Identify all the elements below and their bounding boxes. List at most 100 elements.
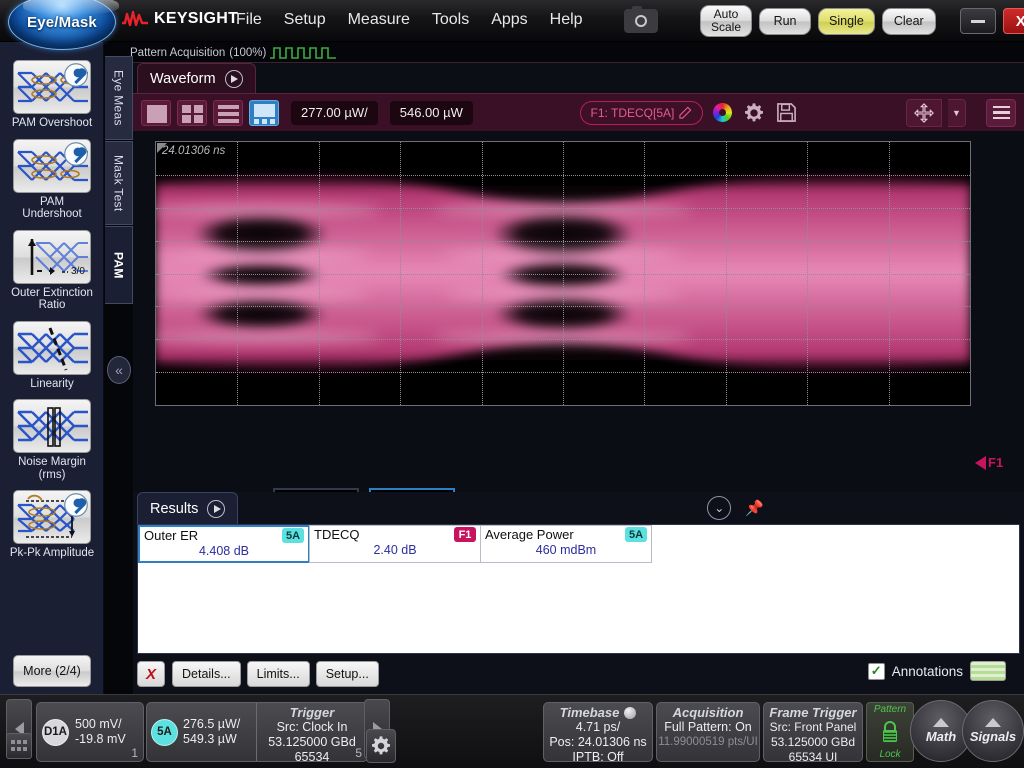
result-badge-tdecq: F1 — [454, 527, 476, 542]
edit-icon — [679, 106, 692, 119]
frame-trigger-card[interactable]: Frame Trigger Src: Front Panel 53.125000… — [763, 702, 863, 764]
keysight-wave-icon — [122, 10, 148, 27]
timebase-scale: 4.71 ps/ — [575, 720, 621, 734]
menu-help[interactable]: Help — [550, 11, 583, 29]
pan-move-icon[interactable] — [906, 98, 943, 127]
channel-d1a-badge: D1A — [42, 718, 69, 746]
tab-eye-meas[interactable]: Eye Meas — [105, 56, 133, 140]
layout-single-button[interactable] — [141, 99, 171, 126]
chevron-double-down-icon[interactable]: ⌄ — [707, 496, 732, 520]
limits-button[interactable]: Limits... — [246, 661, 310, 687]
function-f1-chip[interactable]: F1: TDECQ[5A] — [579, 100, 704, 125]
tab-results[interactable]: Results — [137, 492, 239, 524]
pattern-lock-indicator[interactable]: Pattern Lock — [866, 702, 914, 762]
tab-mask-test[interactable]: Mask Test — [105, 141, 133, 225]
result-card-average-power[interactable]: Average Power 5A 460 mdBm — [480, 525, 652, 563]
hamburger-menu-icon[interactable] — [986, 98, 1017, 127]
layout-stacked-button[interactable] — [213, 99, 243, 126]
layout-quad-button[interactable] — [177, 99, 207, 126]
status-bar: D1A 500 mV/ -19.8 mV 1 5A 276.5 µW/ 549.… — [0, 694, 1024, 768]
annotations-color-swatch[interactable] — [970, 661, 1006, 681]
pin-icon[interactable]: 📌 — [745, 499, 764, 517]
result-badge-average-power: 5A — [625, 527, 647, 542]
result-card-tdecq[interactable]: TDECQ F1 2.40 dB — [309, 525, 481, 563]
play-icon[interactable] — [224, 69, 243, 88]
tab-waveform-label: Waveform — [150, 70, 216, 87]
results-footer: X Details... Limits... Setup... ✓ Annota… — [137, 657, 1020, 691]
details-button[interactable]: Details... — [172, 661, 241, 687]
waveform-graticule[interactable]: 24.01306 ns — [155, 141, 971, 406]
sidebar-item-pk-pk-amplitude[interactable]: Pk-Pk Amplitude — [0, 490, 104, 560]
close-glyph: X — [1015, 12, 1024, 30]
signals-knob[interactable]: Signals — [962, 700, 1024, 762]
gear-icon[interactable] — [366, 729, 396, 763]
close-icon[interactable]: X — [1002, 8, 1024, 34]
sidebar-item-pam-overshoot[interactable]: PAM Overshoot — [0, 60, 104, 130]
chevron-double-left-icon[interactable]: « — [107, 356, 131, 384]
top-menu-bar: Eye/Mask KEYSIGHT File Setup Measure Too… — [0, 0, 1024, 50]
acquisition-card[interactable]: Acquisition Full Pattern: On 11.99000519… — [656, 702, 760, 762]
f1-trace-marker[interactable]: F1 — [975, 455, 1003, 470]
waveform-tab-strip: Waveform — [133, 63, 1024, 93]
math-knob-label: Math — [925, 729, 957, 744]
result-card-outer-er[interactable]: Outer ER 5A 4.408 dB — [138, 525, 310, 563]
tab-waveform[interactable]: Waveform — [137, 63, 256, 93]
menu-tools[interactable]: Tools — [432, 11, 469, 29]
results-cards: Outer ER 5A 4.408 dB TDECQ F1 2.40 dB Av… — [138, 525, 1019, 563]
menu-measure[interactable]: Measure — [348, 11, 410, 29]
layout-main-plus-thumbs-button[interactable] — [249, 99, 279, 126]
save-disk-icon[interactable] — [773, 100, 799, 126]
menu-file[interactable]: File — [236, 11, 262, 29]
noise-margin-icon — [13, 399, 91, 453]
menu-bar: File Setup Measure Tools Apps Help — [236, 11, 583, 29]
tab-pam[interactable]: PAM — [105, 226, 133, 304]
channel-d1a-scale: 500 mV/ — [75, 717, 122, 731]
function-f1-label: F1: TDECQ[5A] — [590, 105, 675, 120]
color-wheel-icon[interactable] — [709, 100, 735, 126]
play-icon[interactable] — [207, 499, 226, 518]
channel-5a-trigger-card[interactable]: 5A 276.5 µW/ 549.3 µW Trigger Src: Clock… — [146, 702, 368, 764]
annotations-control: ✓ Annotations — [867, 661, 1006, 681]
setup-button[interactable]: Setup... — [315, 661, 379, 687]
tab-eye-meas-label: Eye Meas — [111, 70, 126, 126]
results-measurement-list: Outer ER 5A 4.408 dB TDECQ F1 2.40 dB Av… — [137, 524, 1020, 654]
gear-icon[interactable] — [741, 100, 767, 126]
sidebar-item-pam-undershoot[interactable]: PAM Undershoot — [0, 138, 104, 221]
more-measurements-button[interactable]: More (2/4) — [13, 655, 91, 687]
camera-icon[interactable] — [624, 6, 658, 33]
svg-text:3/0: 3/0 — [71, 266, 85, 277]
vertical-scale-value[interactable]: 277.00 µW/ — [291, 100, 378, 125]
annotations-checkbox[interactable]: ✓ — [867, 662, 885, 680]
pattern-acquisition-label: Pattern Acquisition — [130, 47, 226, 59]
delete-measurement-button[interactable]: X — [137, 661, 165, 687]
single-button[interactable]: Single — [818, 7, 875, 35]
trigger-title: Trigger — [289, 705, 335, 720]
clear-button[interactable]: Clear — [881, 7, 936, 35]
sidebar-item-noise-margin[interactable]: Noise Margin (rms) — [0, 399, 104, 481]
menu-apps[interactable]: Apps — [491, 11, 527, 29]
sidebar-label-linearity: Linearity — [30, 377, 74, 390]
auto-scale-button[interactable]: Auto Scale — [700, 5, 753, 37]
results-tools: ⌄ 📌 — [707, 496, 764, 520]
result-value-outer-er: 4.408 dB — [198, 544, 250, 558]
channel-card-d1a[interactable]: D1A 500 mV/ -19.8 mV 1 — [36, 702, 144, 762]
minimize-icon[interactable] — [959, 8, 996, 34]
up-triangle-icon — [933, 718, 949, 727]
timebase-card[interactable]: Timebase 4.71 ps/ Pos: 24.01306 ns IPTB:… — [543, 702, 653, 764]
trigger-source: Src: Clock In — [276, 720, 348, 734]
grid-dots-icon[interactable] — [6, 733, 32, 759]
sidebar-item-linearity[interactable]: Linearity — [0, 320, 104, 391]
pattern-acquisition-percent: (100%) — [229, 47, 267, 59]
acquisition-controls: Auto Scale Run Single Clear X — [700, 5, 1024, 37]
run-button[interactable]: Run — [759, 7, 812, 35]
sidebar-item-outer-extinction-ratio[interactable]: 3/0 Outer Extinction Ratio — [0, 229, 104, 312]
vertical-tab-strip: Eye Meas Mask Test PAM — [105, 56, 133, 305]
pattern-lock-bottom-label: Lock — [879, 749, 901, 760]
results-tab-strip: Results ⌄ 📌 — [133, 492, 1024, 524]
eye-mask-label: Eye/Mask — [27, 13, 97, 31]
frame-trigger-source: Src: Front Panel — [769, 720, 857, 734]
chevron-down-icon[interactable]: ▼ — [948, 98, 967, 127]
menu-setup[interactable]: Setup — [284, 11, 326, 29]
vertical-offset-value[interactable]: 546.00 µW — [389, 100, 473, 125]
results-panel: Results ⌄ 📌 Outer ER 5A 4.408 dB TDECQ F… — [133, 492, 1024, 694]
